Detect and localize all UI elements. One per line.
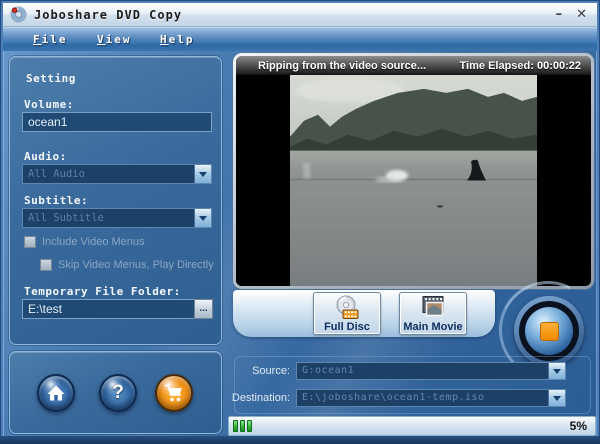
- menu-item-help[interactable]: Help: [160, 33, 195, 46]
- audio-select[interactable]: All Audio: [22, 164, 212, 184]
- film-icon: [422, 295, 444, 316]
- main-movie-label: Main Movie: [403, 320, 463, 333]
- skip-video-menus-label: Skip Video Menus, Play Directly: [58, 259, 214, 271]
- time-elapsed: Time Elapsed: 00:00:22: [459, 59, 581, 72]
- destination-select-value: E:\joboshare\ocean1-temp.iso: [302, 392, 485, 403]
- video-status-bar: Ripping from the video source... Time El…: [236, 56, 591, 75]
- status-bar: 5%: [228, 416, 596, 436]
- source-row: Source: G:ocean1: [230, 361, 566, 381]
- checkbox-icon: [24, 236, 36, 248]
- disc-icon: [336, 295, 359, 319]
- include-video-menus-checkbox[interactable]: Include Video Menus: [24, 236, 145, 248]
- full-disc-label: Full Disc: [324, 320, 370, 333]
- toolbar-panel: ?: [9, 351, 222, 434]
- destination-label: Destination:: [231, 392, 290, 404]
- stop-button-ring: [519, 301, 579, 361]
- include-video-menus-label: Include Video Menus: [42, 236, 145, 248]
- subtitle-label: Subtitle:: [24, 194, 89, 207]
- title-bar: Joboshare DVD Copy – ✕: [3, 3, 597, 27]
- video-screen: [236, 75, 591, 286]
- main-movie-button[interactable]: Main Movie: [399, 292, 467, 335]
- browse-button[interactable]: ...: [194, 299, 213, 319]
- source-label: Source:: [252, 365, 290, 377]
- destination-row: Destination: E:\joboshare\ocean1-temp.is…: [230, 388, 566, 408]
- video-ocean-scene: [290, 75, 537, 286]
- settings-heading: Setting: [26, 72, 76, 85]
- audio-select-value: All Audio: [28, 168, 85, 180]
- cart-icon: [164, 384, 182, 401]
- volume-input[interactable]: [22, 112, 212, 132]
- window-controls: – ✕: [556, 8, 587, 21]
- progress-percent: 5%: [569, 419, 587, 433]
- menu-item-view[interactable]: View: [97, 33, 132, 46]
- stop-icon: [539, 321, 559, 341]
- minimize-button[interactable]: –: [556, 8, 563, 21]
- source-select-value: G:ocean1: [302, 365, 355, 376]
- video-preview-frame: Ripping from the video source... Time El…: [233, 53, 594, 289]
- dropdown-arrow-icon: [194, 165, 211, 183]
- dropdown-arrow-icon: [194, 209, 211, 227]
- progress-blocks: [233, 420, 252, 432]
- app-window: Joboshare DVD Copy – ✕ File View Help Se…: [0, 0, 600, 444]
- ripping-status-text: Ripping from the video source...: [258, 59, 427, 72]
- stop-button-face: [525, 307, 573, 355]
- destination-select[interactable]: E:\joboshare\ocean1-temp.iso: [296, 389, 566, 407]
- source-select[interactable]: G:ocean1: [296, 362, 566, 380]
- window-title: Joboshare DVD Copy: [34, 7, 183, 22]
- question-mark-icon: ?: [112, 382, 124, 403]
- app-icon: [10, 6, 27, 23]
- buy-button[interactable]: [155, 374, 193, 412]
- close-button[interactable]: ✕: [576, 8, 587, 21]
- temp-folder-input[interactable]: [22, 299, 194, 319]
- help-button[interactable]: ?: [99, 374, 137, 412]
- subtitle-select-value: All Subtitle: [28, 212, 104, 224]
- home-icon: [47, 385, 65, 401]
- full-disc-button[interactable]: Full Disc: [313, 292, 381, 335]
- mode-bar: Full Disc Main Movie: [233, 290, 495, 337]
- skip-video-menus-checkbox[interactable]: Skip Video Menus, Play Directly: [40, 259, 214, 271]
- dropdown-arrow-icon: [548, 390, 565, 406]
- checkbox-icon: [40, 259, 52, 271]
- home-button[interactable]: [37, 374, 75, 412]
- menu-bar: File View Help: [3, 27, 597, 51]
- video-preview: Ripping from the video source... Time El…: [236, 56, 591, 286]
- audio-label: Audio:: [24, 150, 67, 163]
- settings-panel: Setting Volume: Audio: All Audio Subtitl…: [9, 56, 222, 345]
- menu-item-file[interactable]: File: [33, 33, 68, 46]
- volume-label: Volume:: [24, 98, 74, 111]
- dropdown-arrow-icon: [548, 363, 565, 379]
- temp-folder-label: Temporary File Folder:: [24, 285, 181, 298]
- subtitle-select[interactable]: All Subtitle: [22, 208, 212, 228]
- window-bottom-border: [0, 436, 600, 444]
